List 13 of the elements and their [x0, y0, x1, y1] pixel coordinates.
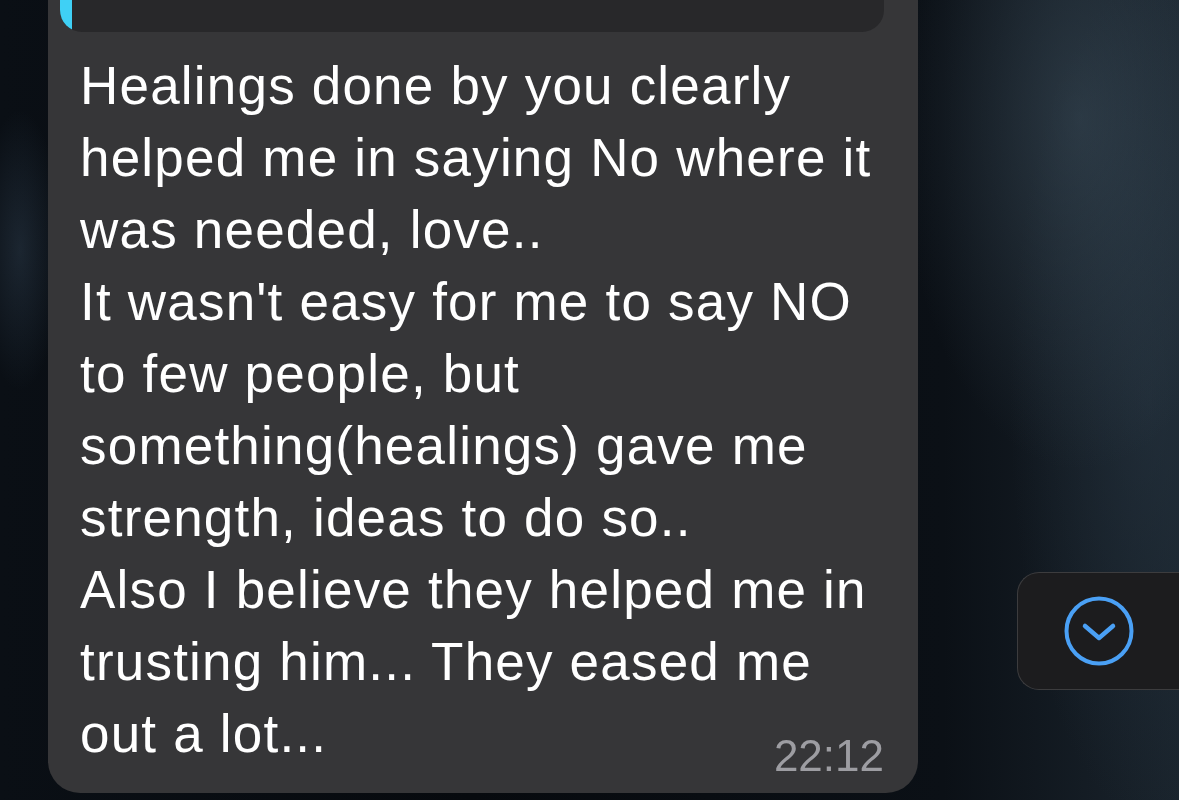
message-text-line: was needed, love.. — [80, 199, 544, 261]
message-text-line: strength, ideas to do so.. — [80, 487, 692, 549]
chevron-circle-icon — [1063, 596, 1134, 666]
message-text-line: to few people, but — [80, 343, 520, 405]
message-text-line: helped me in saying No where it — [80, 127, 872, 189]
message-text-line: Healings done by you clearly — [80, 55, 792, 117]
message-text-line: trusting him... They eased me — [80, 631, 812, 693]
message-text-line: something(healings) gave me — [80, 415, 808, 477]
message-text-line: Also I believe they helped me in — [80, 559, 867, 621]
message-text-line: It wasn't easy for me to say NO — [80, 271, 852, 333]
message-text-line: out a lot... — [80, 703, 328, 765]
scroll-down-button[interactable] — [1017, 572, 1179, 690]
message-time: 22:12 — [773, 734, 884, 778]
